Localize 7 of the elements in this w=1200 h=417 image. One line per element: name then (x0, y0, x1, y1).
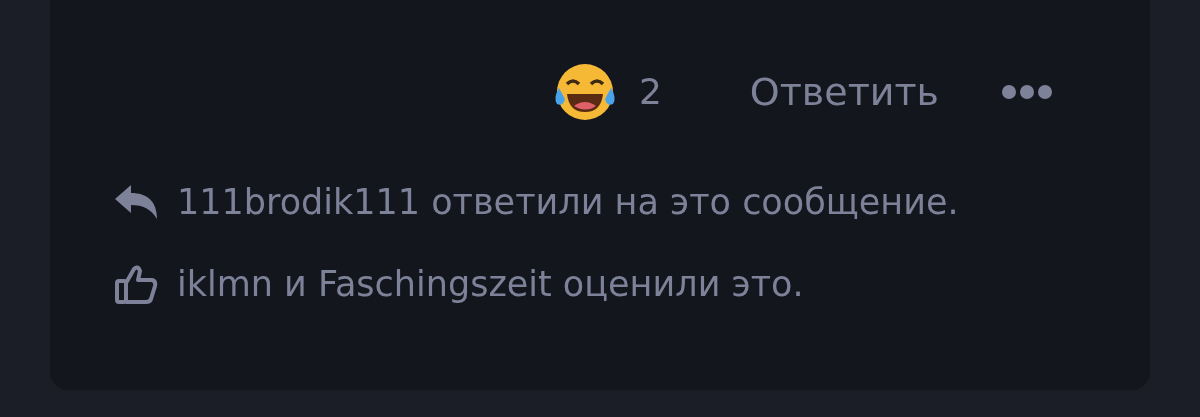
reply-button[interactable]: Ответить (749, 63, 939, 121)
more-button[interactable] (1001, 84, 1053, 100)
reply-icon (113, 183, 159, 221)
reaction-button[interactable]: 2 (552, 62, 662, 122)
notice-text: iklmn и Faschingszeit оценили это. (177, 262, 804, 306)
notice-text: 111brodik111 ответили на это сообщение. (177, 180, 959, 224)
thumbs-up-icon (114, 263, 158, 305)
